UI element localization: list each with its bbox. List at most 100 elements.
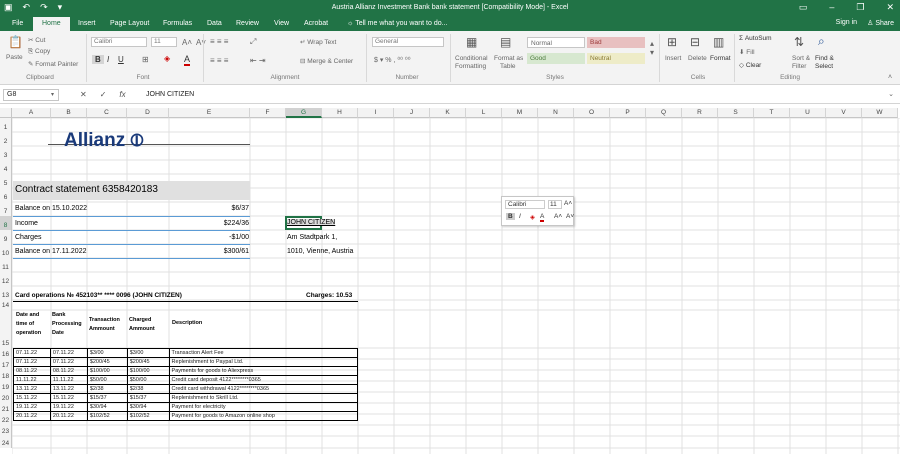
table-cell[interactable]: 20.11.22 [49, 411, 88, 421]
table-cell[interactable]: 07.11.22 [49, 357, 88, 367]
number-format-select[interactable]: General [372, 37, 444, 47]
style-normal[interactable]: Normal [527, 37, 585, 48]
table-cell[interactable]: Credit card deposit 4122********0365 [168, 375, 359, 385]
mini-fill-color-icon[interactable]: ◈ [530, 213, 535, 221]
table-cell[interactable]: $2/38 [86, 384, 128, 394]
tab-formulas[interactable]: Formulas [159, 18, 196, 31]
sort-filter-label-2[interactable]: Filter [792, 63, 806, 70]
wrap-text-button[interactable]: ↵ Wrap Text [300, 38, 336, 46]
style-neutral[interactable]: Neutral [587, 53, 645, 64]
table-cell[interactable]: $100/00 [86, 366, 128, 376]
column-header-o[interactable]: O [574, 108, 610, 118]
row-header-11[interactable]: 11 [0, 258, 12, 272]
tab-review[interactable]: Review [232, 18, 263, 31]
cut-button[interactable]: ✂ Cut [28, 36, 45, 44]
insert-function-icon[interactable]: fx [119, 90, 125, 99]
format-as-table-label-2[interactable]: Table [500, 63, 516, 70]
autosum-button[interactable]: Σ AutoSum [739, 35, 772, 42]
column-header-g[interactable]: G [286, 108, 322, 118]
table-cell[interactable]: 08.11.22 [13, 366, 51, 376]
style-bad[interactable]: Bad [587, 37, 645, 48]
indent-icon[interactable]: ⇤ ⇥ [250, 56, 266, 65]
clear-button[interactable]: ◇ Clear [739, 61, 761, 69]
table-cell[interactable]: $100/00 [126, 366, 170, 376]
table-cell[interactable]: Payment for goods to Amazon online shop [168, 411, 359, 421]
column-header-u[interactable]: U [790, 108, 826, 118]
mini-decrease-font-icon[interactable]: A˅ [566, 213, 574, 220]
table-cell[interactable]: 15.11.22 [13, 393, 51, 403]
column-header-v[interactable]: V [826, 108, 862, 118]
italic-button[interactable]: I [107, 55, 109, 64]
row-header-6[interactable]: 6 [0, 188, 12, 202]
row-header-3[interactable]: 3 [0, 146, 12, 160]
mini-size-select[interactable]: 11 [548, 200, 562, 209]
row-header-18[interactable]: 18 [0, 370, 12, 381]
table-cell[interactable]: $30/94 [126, 402, 170, 412]
name-box-dropdown-icon[interactable]: ▾ [51, 91, 54, 98]
sort-filter-icon[interactable]: ⇅ [794, 35, 804, 49]
cancel-icon[interactable]: ✕ [80, 90, 87, 99]
table-cell[interactable]: 19.11.22 [49, 402, 88, 412]
row-header-1[interactable]: 1 [0, 118, 12, 132]
select-all-corner[interactable] [0, 108, 12, 118]
close-icon[interactable]: ✕ [886, 2, 894, 13]
share-button[interactable]: ♙ Share [867, 19, 894, 27]
row-header-23[interactable]: 23 [0, 425, 12, 436]
table-cell[interactable]: $50/00 [126, 375, 170, 385]
table-cell[interactable]: $15/37 [126, 393, 170, 403]
font-name-select[interactable]: Calibri [91, 37, 147, 47]
mini-font-select[interactable]: Calibri [505, 200, 545, 209]
table-cell[interactable]: 11.11.22 [13, 375, 51, 385]
style-good[interactable]: Good [527, 53, 585, 64]
row-header-15[interactable]: 15 [0, 310, 12, 348]
find-select-icon[interactable]: ⌕ [818, 34, 825, 49]
column-header-k[interactable]: K [430, 108, 466, 118]
column-header-d[interactable]: D [127, 108, 169, 118]
column-header-n[interactable]: N [538, 108, 574, 118]
table-cell[interactable]: $3/00 [126, 348, 170, 358]
tab-insert[interactable]: Insert [74, 18, 100, 31]
table-cell[interactable]: Replenishment to Paypal Ltd. [168, 357, 359, 367]
row-header-4[interactable]: 4 [0, 160, 12, 174]
row-header-17[interactable]: 17 [0, 359, 12, 370]
row-header-21[interactable]: 21 [0, 403, 12, 414]
mini-grow-font-icon[interactable]: A˄ [564, 200, 572, 207]
tell-me-search[interactable]: ☼ Tell me what you want to do... [343, 18, 451, 31]
column-header-f[interactable]: F [250, 108, 286, 118]
column-header-c[interactable]: C [87, 108, 127, 118]
table-cell[interactable]: 19.11.22 [13, 402, 51, 412]
mini-italic-icon[interactable]: I [519, 213, 521, 220]
table-cell[interactable]: $102/52 [126, 411, 170, 421]
tab-acrobat[interactable]: Acrobat [300, 18, 332, 31]
maximize-icon[interactable]: ❐ [856, 2, 864, 13]
number-format-icons[interactable]: $ ▾ % , ⁰⁰ ⁰⁰ [374, 56, 411, 64]
table-cell[interactable]: $200/45 [86, 357, 128, 367]
table-cell[interactable]: Transaction Alert Fee [168, 348, 359, 358]
table-cell[interactable]: Payments for goods to Aliexpress [168, 366, 359, 376]
column-header-r[interactable]: R [682, 108, 718, 118]
row-header-12[interactable]: 12 [0, 272, 12, 286]
column-header-b[interactable]: B [51, 108, 87, 118]
mini-bold-icon[interactable]: B [506, 213, 515, 220]
delete-cells-icon[interactable]: ⊟ [690, 35, 700, 49]
row-header-14[interactable]: 14 [0, 300, 12, 310]
sign-in-link[interactable]: Sign in [836, 19, 857, 27]
find-select-label-2[interactable]: Select [815, 63, 833, 70]
table-cell[interactable]: 20.11.22 [13, 411, 51, 421]
tab-home[interactable]: Home [33, 17, 70, 31]
row-header-22[interactable]: 22 [0, 414, 12, 425]
row-header-24[interactable]: 24 [0, 436, 12, 448]
row-header-19[interactable]: 19 [0, 381, 12, 392]
table-cell[interactable]: $50/00 [86, 375, 128, 385]
format-cells-icon[interactable]: ▥ [713, 35, 724, 49]
find-select-label[interactable]: Find & [815, 55, 834, 62]
table-cell[interactable]: $200/45 [126, 357, 170, 367]
fill-color-icon[interactable]: ◈ [164, 54, 170, 63]
fill-button[interactable]: ⬇ Fill [739, 48, 755, 56]
column-header-p[interactable]: P [610, 108, 646, 118]
minimize-icon[interactable]: – [829, 2, 834, 13]
paste-button[interactable]: Paste [6, 54, 23, 61]
borders-icon[interactable]: ⊞ [142, 55, 149, 64]
insert-cells-button[interactable]: Insert [665, 55, 681, 62]
decrease-font-icon[interactable]: A˅ [196, 38, 206, 47]
